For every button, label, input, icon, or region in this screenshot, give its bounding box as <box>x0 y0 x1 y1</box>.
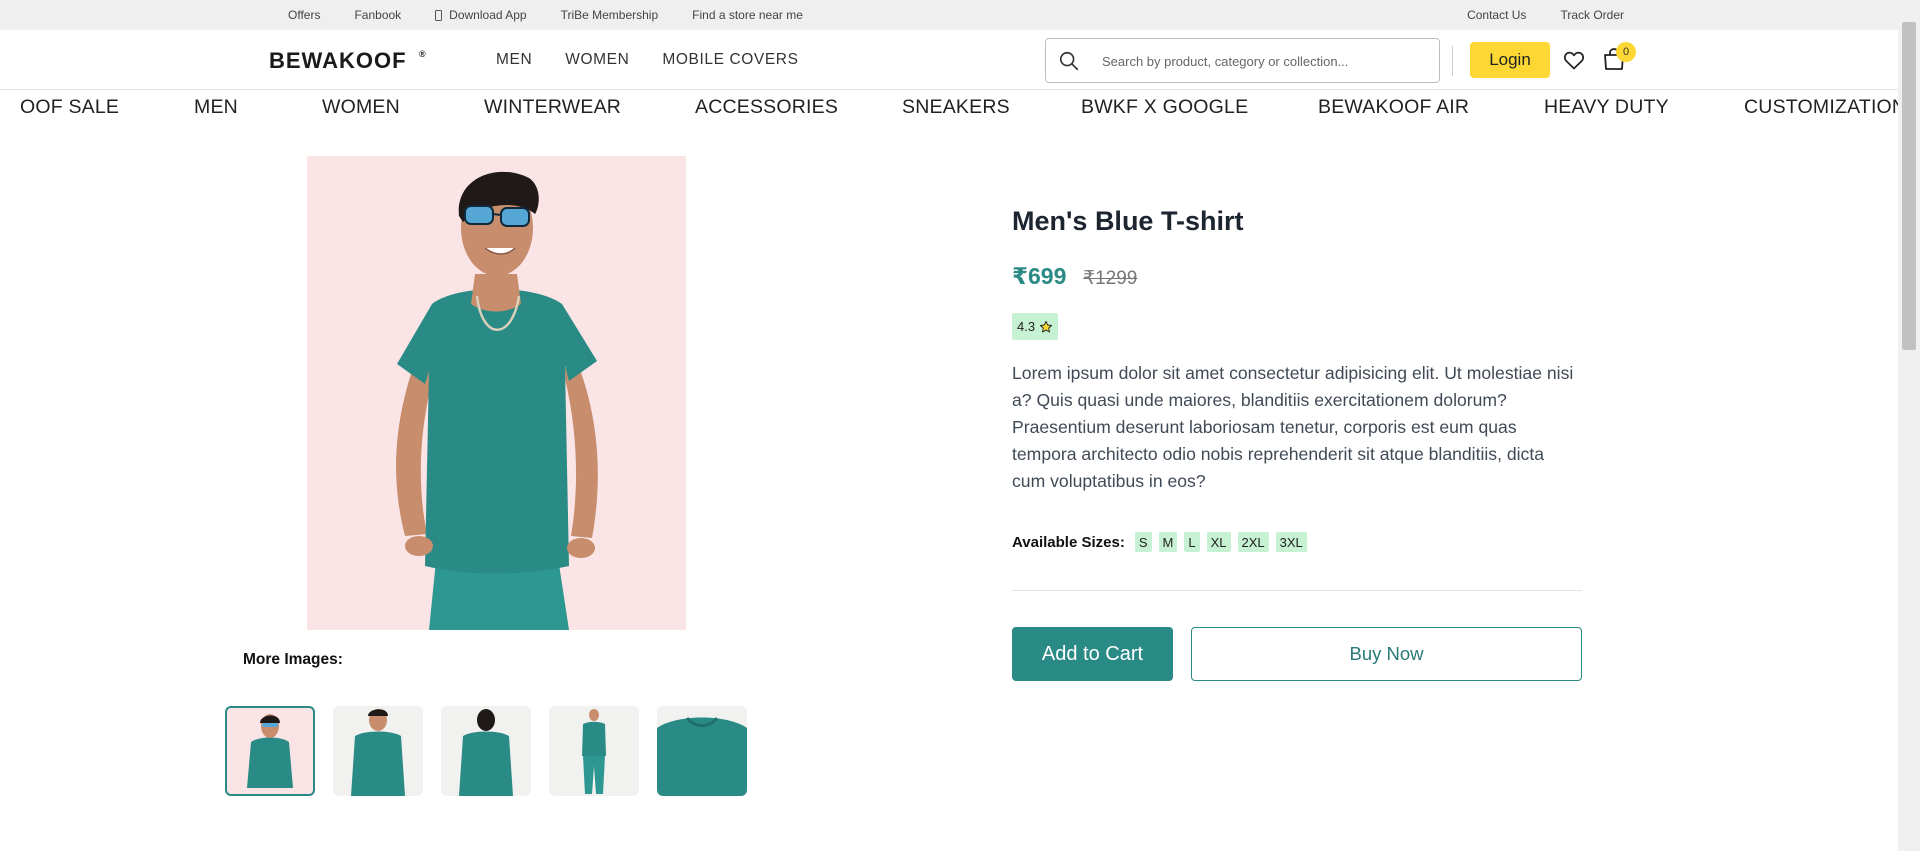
star-icon <box>1040 320 1053 332</box>
thumbnail-3[interactable] <box>441 706 531 796</box>
product-mrp: ₹1299 <box>1083 268 1138 289</box>
product-main-image <box>307 156 686 630</box>
add-to-cart-button[interactable]: Add to Cart <box>1012 627 1173 681</box>
thumbnail-1[interactable] <box>225 706 315 796</box>
category-women[interactable]: WOMEN <box>322 96 400 119</box>
thumbnail-1-photo <box>247 714 293 788</box>
category-bwkf-x-google[interactable]: BWKF X GOOGLE <box>1081 96 1248 119</box>
thumbnail-5[interactable] <box>657 706 747 796</box>
top-links-left: Offers Fanbook Download App TriBe Member… <box>288 0 837 30</box>
brand-logo[interactable]: BEWAKOOF ® <box>269 48 429 80</box>
category-sneakers[interactable]: SNEAKERS <box>902 96 1010 119</box>
rating-value: 4.3 <box>1017 319 1036 334</box>
product-price: ₹699 <box>1012 263 1067 289</box>
more-images-label: More Images: <box>243 651 343 668</box>
rating-badge: 4.3 <box>1012 313 1059 340</box>
brand-logo-mark: BEWAKOOF ® <box>269 48 426 73</box>
size-option-xl[interactable]: XL <box>1206 532 1231 552</box>
size-option-s[interactable]: S <box>1134 532 1152 552</box>
model-photo <box>396 171 598 630</box>
category-bewakoof-air[interactable]: BEWAKOOF AIR <box>1318 96 1469 119</box>
category-winterwear[interactable]: WINTERWEAR <box>484 96 621 119</box>
category-customization[interactable]: CUSTOMIZATION <box>1744 96 1898 119</box>
page-scrollbar[interactable] <box>1898 0 1920 851</box>
category-heavy-duty[interactable]: HEAVY DUTY <box>1544 96 1669 119</box>
buy-now-button[interactable]: Buy Now <box>1191 627 1582 681</box>
heart-icon[interactable] <box>1562 48 1586 72</box>
thumbnail-2-photo <box>351 709 405 796</box>
phone-icon <box>435 9 443 21</box>
sizes-label: Available Sizes: <box>1012 533 1125 551</box>
top-link-offers[interactable]: Offers <box>288 8 320 22</box>
product-title: Men's Blue T-shirt <box>1012 206 1244 236</box>
nav-women[interactable]: WOMEN <box>565 51 629 69</box>
main-header: BEWAKOOF ® MEN WOMEN MOBILE COVERS Login… <box>0 30 1898 90</box>
thumbnail-4[interactable] <box>549 706 639 796</box>
top-link-track-order[interactable]: Track Order <box>1560 8 1624 22</box>
top-utility-bar: Offers Fanbook Download App TriBe Member… <box>0 0 1898 30</box>
size-option-2xl[interactable]: 2XL <box>1237 532 1269 552</box>
download-app-label: Download App <box>449 8 527 22</box>
primary-nav: MEN WOMEN MOBILE COVERS <box>496 30 832 90</box>
header-divider <box>1452 46 1453 76</box>
category-nav: OOF SALE MEN WOMEN WINTERWEAR ACCESSORIE… <box>0 91 1898 125</box>
scrollbar-thumb[interactable] <box>1902 22 1916 350</box>
thumbnail-4-photo <box>582 709 606 794</box>
size-option-3xl[interactable]: 3XL <box>1275 532 1307 552</box>
thumbnail-strip <box>225 706 765 796</box>
category-accessories[interactable]: ACCESSORIES <box>695 96 838 119</box>
product-description: Lorem ipsum dolor sit amet consectetur a… <box>1012 363 1574 491</box>
thumbnail-2[interactable] <box>333 706 423 796</box>
category-men[interactable]: MEN <box>194 96 238 119</box>
top-link-fanbook[interactable]: Fanbook <box>354 8 401 22</box>
search-box[interactable] <box>1045 38 1440 83</box>
top-link-tribe[interactable]: TriBe Membership <box>561 8 659 22</box>
search-icon <box>1059 51 1079 71</box>
size-selector: Available Sizes: S M L XL 2XL 3XL <box>1012 532 1314 552</box>
svg-text:BEWAKOOF: BEWAKOOF <box>269 48 407 73</box>
top-link-download-app[interactable]: Download App <box>435 8 527 22</box>
category-oof-sale[interactable]: OOF SALE <box>20 96 119 119</box>
login-button[interactable]: Login <box>1470 42 1550 78</box>
nav-men[interactable]: MEN <box>496 51 532 69</box>
size-option-m[interactable]: M <box>1158 532 1178 552</box>
thumbnail-5-photo <box>657 716 747 796</box>
top-link-contact[interactable]: Contact Us <box>1467 8 1526 22</box>
section-divider <box>1012 590 1582 591</box>
svg-text:®: ® <box>419 49 426 59</box>
top-link-find-store[interactable]: Find a store near me <box>692 8 803 22</box>
top-links-right: Contact Us Track Order <box>1433 0 1624 30</box>
nav-mobile-covers[interactable]: MOBILE COVERS <box>662 51 798 69</box>
search-input[interactable] <box>1102 49 1422 73</box>
cart-count-badge: 0 <box>1616 42 1636 62</box>
size-option-l[interactable]: L <box>1184 532 1200 552</box>
thumbnail-3-photo <box>459 709 513 796</box>
